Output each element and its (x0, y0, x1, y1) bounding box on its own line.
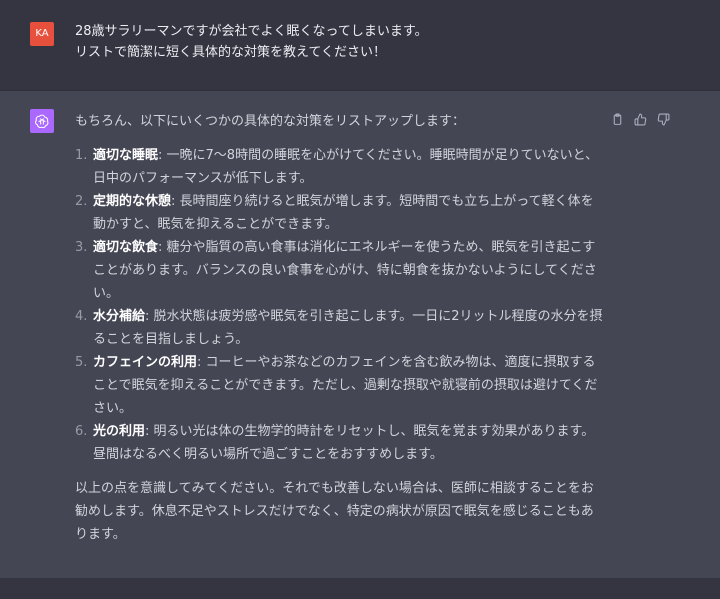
list-number: 3. (75, 240, 88, 255)
item-title: カフェインの利用 (93, 355, 198, 370)
list-item: 1. 適切な睡眠: 一晩に7〜8時間の睡眠を心がけてください。睡眠時間が足りていな… (75, 144, 605, 190)
list-item: 5. カフェインの利用: コーヒーやお茶などのカフェインを含む飲み物は、適度に摂取… (75, 351, 605, 420)
assistant-outro: 以上の点を意識してみてください。それでも改善しない場合は、医師に相談することをお… (75, 481, 594, 542)
assistant-intro: もちろん、以下にいくつかの具体的な対策をリストアップします： (75, 114, 466, 129)
item-title: 光の利用 (93, 424, 146, 439)
thumbs-down-icon (657, 113, 670, 125)
clipboard-icon (613, 113, 622, 125)
list-number: 5. (75, 355, 88, 370)
list-item: 2. 定期的な休憩: 長時間座り続けると眠気が増します。短時間でも立ち上がって軽く… (75, 190, 605, 236)
user-avatar: KA (30, 22, 54, 46)
item-title: 水分補給 (93, 309, 146, 324)
item-text: : 明るい光は体の生物学的時計をリセットし、眠気を覚ます効果があります。昼間はな… (93, 424, 595, 462)
item-title: 適切な睡眠 (93, 148, 159, 163)
user-message-line: リストで簡潔に短く具体的な対策を教えてください！ (75, 45, 386, 60)
item-title: 適切な飲食 (93, 240, 159, 255)
list-item: 4. 水分補給: 脱水状態は疲労感や眠気を引き起こします。一日に2リットル程度の水… (75, 305, 605, 351)
copy-button[interactable] (610, 112, 625, 127)
list-item: 6. 光の利用: 明るい光は体の生物学的時計をリセットし、眠気を覚ます効果がありま… (75, 420, 605, 466)
thumbs-down-button[interactable] (656, 112, 671, 127)
list-number: 1. (75, 148, 88, 163)
list-number: 2. (75, 194, 88, 209)
assistant-avatar (30, 109, 54, 133)
thumbs-up-button[interactable] (633, 112, 648, 127)
list-number: 6. (75, 424, 88, 439)
list-item: 3. 適切な飲食: 糖分や脂質の高い食事は消化にエネルギーを使うため、眠気を引き起… (75, 236, 605, 305)
message-actions (610, 110, 671, 128)
item-text: : 一晩に7〜8時間の睡眠を心がけてください。睡眠時間が足りていないと、日中のパ… (93, 148, 599, 186)
user-message-line: 28歳サラリーマンですが会社でよく眠くなってしまいます。 (75, 24, 428, 39)
tips-list: 1. 適切な睡眠: 一晩に7〜8時間の睡眠を心がけてください。睡眠時間が足りていな… (75, 144, 605, 466)
openai-logo-icon (35, 114, 49, 129)
user-message-text: 28歳サラリーマンですが会社でよく眠くなってしまいます。 リストで簡潔に短く具体… (75, 21, 635, 63)
item-text: : 糖分や脂質の高い食事は消化にエネルギーを使うため、眠気を引き起こすことがあり… (93, 240, 597, 301)
assistant-message-text: もちろん、以下にいくつかの具体的な対策をリストアップします： 1. 適切な睡眠: … (75, 110, 605, 546)
bottom-strip (0, 578, 720, 599)
thumbs-up-icon (634, 113, 647, 125)
item-text: : 脱水状態は疲労感や眠気を引き起こします。一日に2リットル程度の水分を摂ること… (93, 309, 603, 347)
list-number: 4. (75, 309, 88, 324)
item-title: 定期的な休憩 (93, 194, 172, 209)
